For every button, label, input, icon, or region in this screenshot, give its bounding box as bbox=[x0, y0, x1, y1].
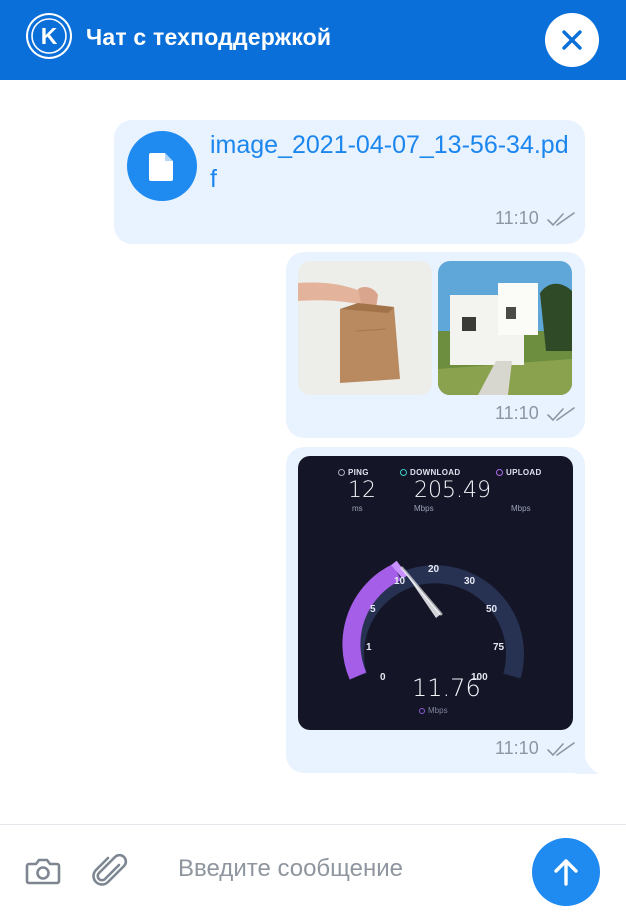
camera-icon bbox=[25, 858, 61, 885]
gauge-tick: 50 bbox=[486, 604, 498, 615]
message-time: 11:10 bbox=[495, 403, 539, 423]
chat-header: K Чат с техподдержкой bbox=[0, 0, 626, 80]
message-speedtest: PING DOWNLOAD UPLOAD 12 205.49 ms Mbps M… bbox=[286, 447, 585, 773]
gauge-tick: 5 bbox=[370, 604, 376, 615]
double-check-icon bbox=[547, 212, 575, 227]
speedtest-screenshot[interactable]: PING DOWNLOAD UPLOAD 12 205.49 ms Mbps M… bbox=[298, 456, 573, 730]
arrow-up-icon bbox=[554, 859, 578, 886]
gauge-tick: 20 bbox=[428, 564, 440, 575]
double-check-icon bbox=[547, 407, 575, 422]
download-label: DOWNLOAD bbox=[400, 468, 460, 477]
document-icon[interactable] bbox=[127, 131, 197, 201]
composer-divider bbox=[0, 824, 626, 825]
logo-letter: K bbox=[41, 23, 58, 49]
paper-bag-photo[interactable] bbox=[298, 261, 432, 395]
ping-unit: ms bbox=[352, 504, 363, 513]
message-file[interactable]: image_2021-04-07_13-56-34.pdf 11:10 bbox=[114, 120, 585, 244]
camera-button[interactable] bbox=[24, 852, 62, 895]
close-icon bbox=[562, 30, 582, 50]
upload-label: UPLOAD bbox=[496, 468, 542, 477]
message-images: 11:10 bbox=[286, 252, 585, 438]
chat-title: Чат с техподдержкой bbox=[86, 24, 332, 50]
double-check-icon bbox=[547, 742, 575, 757]
attach-button[interactable] bbox=[92, 851, 130, 896]
bubble-tail bbox=[575, 750, 599, 774]
ping-value: 12 bbox=[348, 478, 376, 503]
gauge-tick: 75 bbox=[493, 642, 505, 653]
message-time: 11:10 bbox=[495, 208, 539, 228]
download-unit: Mbps bbox=[414, 504, 434, 513]
download-value: 205.49 bbox=[414, 478, 491, 503]
upload-unit: Mbps bbox=[511, 504, 531, 513]
send-button[interactable] bbox=[532, 838, 600, 906]
close-button[interactable] bbox=[545, 13, 599, 67]
gauge-tick: 30 bbox=[464, 576, 476, 587]
message-input[interactable] bbox=[178, 852, 508, 886]
gauge-tick: 10 bbox=[394, 576, 406, 587]
paperclip-icon bbox=[92, 853, 128, 886]
white-house-photo[interactable] bbox=[438, 261, 572, 395]
message-time: 11:10 bbox=[495, 738, 539, 758]
company-logo: K bbox=[26, 13, 72, 59]
current-speed: 11.76 bbox=[412, 674, 481, 702]
current-speed-unit: Mbps bbox=[419, 706, 448, 715]
file-name-link[interactable]: image_2021-04-07_13-56-34.pdf bbox=[210, 128, 570, 196]
gauge-tick: 0 bbox=[380, 672, 386, 683]
ping-label: PING bbox=[338, 468, 369, 477]
gauge-tick: 1 bbox=[366, 642, 372, 653]
